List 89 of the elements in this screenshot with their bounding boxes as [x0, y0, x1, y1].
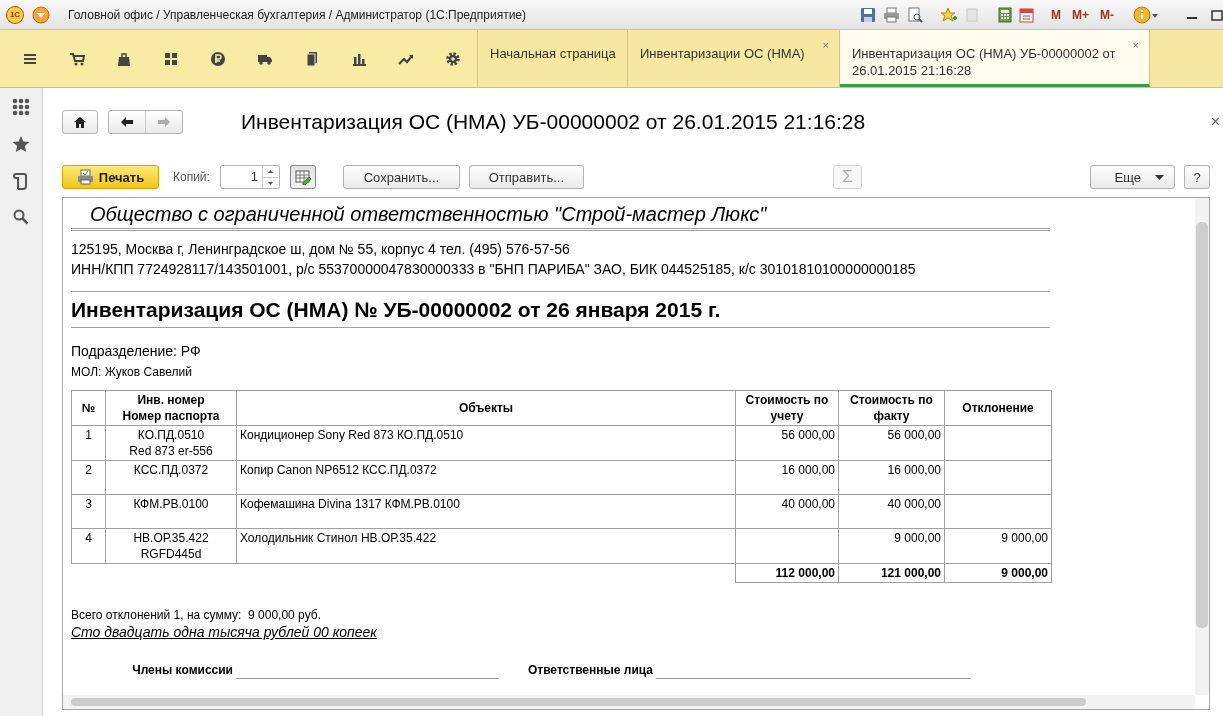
- table-cell: 56 000,00: [838, 425, 945, 461]
- column-header: №: [71, 390, 106, 426]
- close-icon[interactable]: ×: [1132, 37, 1139, 54]
- table-cell: Кофемашина Divina 1317 КФМ.РВ.0100: [236, 494, 736, 529]
- search-icon[interactable]: [13, 209, 29, 225]
- app-logo: 1С: [6, 5, 24, 24]
- vertical-scrollbar[interactable]: [1195, 198, 1209, 695]
- forward-arrow-icon: [157, 116, 171, 128]
- close-icon[interactable]: ×: [822, 37, 829, 54]
- horizontal-scrollbar[interactable]: [63, 695, 1195, 709]
- table-cell: 16 000,00: [735, 460, 839, 495]
- total-cell: 121 000,00: [838, 563, 945, 583]
- column-header: Инв. номер Номер паспорта: [105, 390, 237, 426]
- copies-label: Копий:: [173, 170, 210, 184]
- total-cell: 112 000,00: [735, 563, 839, 583]
- memory-subtract-button[interactable]: M-: [1098, 7, 1116, 22]
- document-heading: Инвентаризация ОС (НМА) № УБ-00000002 от 26 января 2015 г.: [71, 295, 1050, 328]
- home-icon: [73, 116, 87, 128]
- table-cell: Холодильник Стинол НВ.ОР.35.422: [236, 528, 736, 564]
- navigation-button-group[interactable]: [108, 110, 183, 134]
- memory-button[interactable]: M: [1049, 7, 1063, 22]
- caret-down-icon: [1155, 174, 1164, 180]
- table-cell: 40 000,00: [735, 494, 839, 529]
- table-edit-icon: [294, 169, 311, 185]
- send-button[interactable]: Отправить...: [468, 165, 584, 189]
- shopping-bag-icon[interactable]: [115, 50, 132, 67]
- table-cell: НВ.ОР.35.422 RGFD445d: [105, 528, 237, 564]
- company-name: Общество с ограниченной ответственностью "Строй-мастер Люкс": [71, 202, 1050, 231]
- table-cell: 16 000,00: [838, 460, 945, 495]
- table-cell: 9 000,00: [838, 528, 945, 564]
- deviation-summary: Всего отклонений 1, на сумму: 9 000,00 руб.: [71, 608, 322, 622]
- memory-add-button[interactable]: M+: [1070, 7, 1091, 22]
- favorite-star-icon[interactable]: [940, 6, 958, 23]
- table-cell: КО.ПД.0510 Red 873 er-556: [105, 425, 237, 461]
- column-header: Стоимость по факту: [838, 390, 945, 426]
- dropdown-icon[interactable]: [32, 5, 50, 24]
- printer-icon: [76, 169, 93, 185]
- address-line: ИНН/КПП 7724928117/143501001, р/с 55370000047830000333 в "БНП ПАРИБА" ЗАО, БИК 044525185, к/с 30101810100000000185: [71, 260, 917, 279]
- info-icon[interactable]: [1133, 5, 1159, 24]
- table-cell: 1: [71, 425, 106, 461]
- table-cell: КСС.ПД.0372: [105, 460, 237, 495]
- table-cell: Копир Canon NP6512 КСС.ПД.0372: [236, 460, 736, 495]
- total-cell: 9 000,00: [944, 563, 1052, 583]
- save-icon[interactable]: [860, 6, 876, 23]
- tab[interactable]: Начальная страница: [478, 30, 628, 87]
- scrollbar-thumb[interactable]: [1196, 222, 1208, 628]
- home-button[interactable]: [62, 110, 98, 134]
- apps-grid-icon[interactable]: [12, 98, 30, 116]
- history-icon[interactable]: [13, 172, 29, 190]
- print-preview-icon[interactable]: [907, 6, 923, 23]
- copies-field[interactable]: 1: [219, 165, 280, 189]
- help-button[interactable]: ?: [1184, 165, 1210, 189]
- amount-in-words: Сто двадцать одна тысяча рублей 00 копеек: [71, 623, 378, 642]
- responsible-person-label: МОЛ: Жуков Савелий: [71, 364, 193, 381]
- settings-icon[interactable]: [444, 50, 461, 67]
- ruble-coin-icon[interactable]: [209, 50, 226, 67]
- form-title: Инвентаризация ОС (НМА) УБ-00000002 от 26.01.2015 21:16:28: [241, 110, 866, 134]
- signature-label: Ответственные лица: [526, 663, 653, 679]
- back-arrow-icon: [120, 116, 134, 128]
- table-cell: КФМ.РВ.0100: [105, 494, 237, 529]
- address-line: 125195, Москва г, Ленинградское ш, дом № 55, корпус 4 тел. (495) 576-57-56: [71, 240, 571, 259]
- print-icon[interactable]: [883, 6, 900, 23]
- grid-icon[interactable]: [162, 50, 179, 67]
- table-cell: 3: [71, 494, 106, 529]
- table-cell: 56 000,00: [735, 425, 839, 461]
- table-cell: 40 000,00: [838, 494, 945, 529]
- scrollbar-thumb[interactable]: [71, 698, 1086, 706]
- save-button[interactable]: Сохранить...: [342, 165, 460, 189]
- close-icon[interactable]: ×: [1210, 113, 1220, 131]
- department-label: Подразделение: РФ: [71, 342, 202, 361]
- column-header: Отклонение: [944, 390, 1052, 426]
- table-cell: 2: [71, 460, 106, 495]
- column-header: Объекты: [236, 390, 736, 426]
- column-header: Стоимость по учету: [735, 390, 839, 426]
- star-icon[interactable]: [12, 135, 30, 153]
- bookmark-icon: [965, 6, 979, 23]
- table-cell: Кондиционер Sony Red 873 КО.ПД.0510: [236, 425, 736, 461]
- calendar-icon[interactable]: [1019, 6, 1034, 23]
- table-cell: 9 000,00: [944, 528, 1052, 564]
- print-button[interactable]: Печать: [62, 165, 159, 189]
- window-title: Головной офис / Управленческая бухгалтерия / Администратор (1С:Предприятие): [68, 7, 526, 22]
- edit-table-button[interactable]: [289, 165, 316, 189]
- calculator-icon[interactable]: [998, 6, 1012, 23]
- more-button[interactable]: Еще: [1090, 165, 1175, 189]
- table-cell: 4: [71, 528, 106, 564]
- signature-label: Члены комиссии: [131, 663, 233, 679]
- maximize-icon[interactable]: [1211, 8, 1223, 21]
- tab[interactable]: Инвентаризация ОС (НМА) УБ-00000002 от 26.01.2015 21:16:28 ×: [840, 30, 1150, 87]
- cart-icon[interactable]: [68, 50, 85, 67]
